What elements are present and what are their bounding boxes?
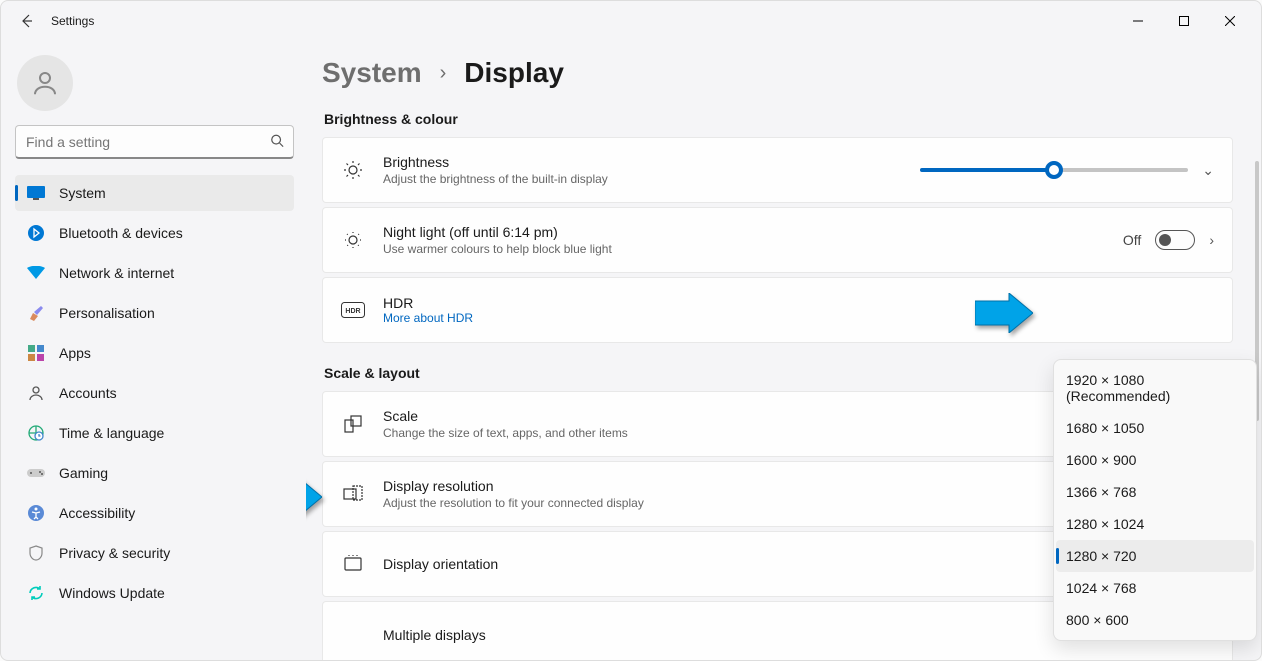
- close-button[interactable]: [1207, 6, 1253, 36]
- sidebar: System Bluetooth & devices Network & int…: [1, 41, 306, 660]
- resolution-option[interactable]: 800 × 600: [1056, 604, 1254, 636]
- resolution-option[interactable]: 1920 × 1080 (Recommended): [1056, 364, 1254, 412]
- orientation-icon: [341, 552, 365, 576]
- toggle-state: Off: [1123, 232, 1141, 248]
- sidebar-item-system[interactable]: System: [15, 175, 294, 211]
- brightness-slider[interactable]: [920, 168, 1188, 172]
- resolution-option[interactable]: 1280 × 720: [1056, 540, 1254, 572]
- nav-label: Personalisation: [59, 305, 155, 321]
- search-input[interactable]: [15, 125, 294, 159]
- card-title: Scale: [383, 408, 1137, 424]
- resolution-option[interactable]: 1366 × 768: [1056, 476, 1254, 508]
- nav-list: System Bluetooth & devices Network & int…: [15, 175, 294, 611]
- display-icon: [27, 184, 45, 202]
- chevron-down-icon[interactable]: ⌄: [1202, 162, 1214, 179]
- scale-icon: [341, 412, 365, 436]
- resolution-icon: [341, 482, 365, 506]
- accessibility-icon: [27, 504, 45, 522]
- nav-label: System: [59, 185, 106, 201]
- globe-clock-icon: [27, 424, 45, 442]
- crumb-parent[interactable]: System: [322, 57, 422, 89]
- gaming-icon: [27, 464, 45, 482]
- bluetooth-icon: [27, 224, 45, 242]
- resolution-option[interactable]: 1600 × 900: [1056, 444, 1254, 476]
- update-icon: [27, 584, 45, 602]
- sidebar-item-personalisation[interactable]: Personalisation: [15, 295, 294, 331]
- resolution-option[interactable]: 1280 × 1024: [1056, 508, 1254, 540]
- content-area: System › Display Brightness & colour Bri…: [306, 41, 1261, 660]
- search-box: [15, 125, 294, 159]
- nav-label: Network & internet: [59, 265, 174, 281]
- sidebar-item-network[interactable]: Network & internet: [15, 255, 294, 291]
- nav-label: Accessibility: [59, 505, 135, 521]
- nightlight-icon: [341, 228, 365, 252]
- resolution-dropdown: 1920 × 1080 (Recommended)1680 × 10501600…: [1053, 359, 1257, 641]
- card-title: Night light (off until 6:14 pm): [383, 224, 1105, 240]
- maximize-button[interactable]: [1161, 6, 1207, 36]
- svg-text:HDR: HDR: [345, 308, 360, 315]
- sun-icon: [341, 158, 365, 182]
- nav-label: Windows Update: [59, 585, 165, 601]
- card-subtitle: Adjust the brightness of the built-in di…: [383, 172, 902, 186]
- card-subtitle: Change the size of text, apps, and other…: [383, 426, 1137, 440]
- multiple-displays-icon: [341, 623, 365, 647]
- annotation-arrow-icon: [975, 293, 1033, 333]
- card-brightness[interactable]: Brightness Adjust the brightness of the …: [322, 137, 1233, 203]
- resolution-option[interactable]: 1024 × 768: [1056, 572, 1254, 604]
- minimize-button[interactable]: [1115, 6, 1161, 36]
- card-subtitle: Use warmer colours to help block blue li…: [383, 242, 1105, 256]
- sidebar-item-gaming[interactable]: Gaming: [15, 455, 294, 491]
- sidebar-item-update[interactable]: Windows Update: [15, 575, 294, 611]
- nav-label: Time & language: [59, 425, 164, 441]
- hdr-icon: HDR: [341, 298, 365, 322]
- sidebar-item-accounts[interactable]: Accounts: [15, 375, 294, 411]
- chevron-right-icon: ›: [440, 62, 447, 85]
- breadcrumb: System › Display: [322, 57, 1233, 89]
- sidebar-item-time[interactable]: Time & language: [15, 415, 294, 451]
- maximize-icon: [1179, 16, 1189, 26]
- nav-label: Bluetooth & devices: [59, 225, 183, 241]
- crumb-current: Display: [464, 57, 564, 89]
- nav-label: Apps: [59, 345, 91, 361]
- annotation-arrow-icon: [306, 477, 322, 517]
- apps-icon: [27, 344, 45, 362]
- search-icon: [270, 134, 284, 151]
- titlebar: Settings: [1, 1, 1261, 41]
- sidebar-item-accessibility[interactable]: Accessibility: [15, 495, 294, 531]
- sidebar-item-apps[interactable]: Apps: [15, 335, 294, 371]
- chevron-right-icon[interactable]: ›: [1209, 232, 1214, 248]
- nightlight-toggle[interactable]: [1155, 230, 1195, 250]
- paintbrush-icon: [27, 304, 45, 322]
- card-hdr[interactable]: HDR HDR More about HDR: [322, 277, 1233, 343]
- nav-label: Privacy & security: [59, 545, 170, 561]
- avatar[interactable]: [17, 55, 73, 111]
- person-icon: [30, 68, 60, 98]
- card-title: Brightness: [383, 154, 902, 170]
- card-title: HDR: [383, 295, 1196, 311]
- sidebar-item-bluetooth[interactable]: Bluetooth & devices: [15, 215, 294, 251]
- card-nightlight[interactable]: Night light (off until 6:14 pm) Use warm…: [322, 207, 1233, 273]
- shield-icon: [27, 544, 45, 562]
- back-button[interactable]: [9, 3, 45, 39]
- wifi-icon: [27, 264, 45, 282]
- resolution-option[interactable]: 1680 × 1050: [1056, 412, 1254, 444]
- sidebar-item-privacy[interactable]: Privacy & security: [15, 535, 294, 571]
- accounts-icon: [27, 384, 45, 402]
- window-title: Settings: [51, 14, 94, 28]
- minimize-icon: [1133, 16, 1143, 26]
- hdr-more-link[interactable]: More about HDR: [383, 311, 1196, 325]
- nav-label: Accounts: [59, 385, 117, 401]
- nav-label: Gaming: [59, 465, 108, 481]
- close-icon: [1225, 16, 1235, 26]
- section-brightness-title: Brightness & colour: [324, 111, 1233, 127]
- arrow-left-icon: [19, 13, 35, 29]
